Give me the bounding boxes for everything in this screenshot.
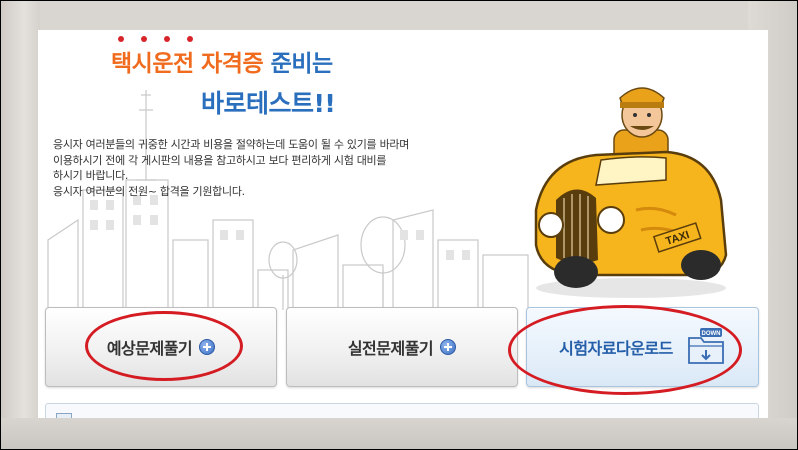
exam-materials-download-label: 시험자료다운로드 bbox=[559, 339, 673, 358]
background-left bbox=[0, 0, 40, 450]
download-icon-text: DOWN bbox=[701, 331, 720, 337]
headline-line2: 바로테스트!! bbox=[201, 89, 336, 118]
practice-questions-label: 실전문제풀기 bbox=[347, 339, 434, 358]
background-bottom bbox=[0, 418, 798, 450]
intro-line: 응시자 여러분의 전원~ 합격을 기원합니다. bbox=[53, 184, 245, 198]
expected-questions-button[interactable]: 예상문제풀기 bbox=[45, 307, 277, 387]
practice-questions-button[interactable]: 실전문제풀기 bbox=[286, 307, 518, 387]
folder-download-icon: DOWN bbox=[687, 328, 724, 364]
headline-line1: 택시운전 자격증 준비는 bbox=[111, 44, 333, 78]
intro-text: 응시자 여러분들의 귀중한 시간과 비용을 절약하는데 도움이 될 수 있기를 … bbox=[53, 137, 523, 199]
intro-line: 응시자 여러분들의 귀중한 시간과 비용을 절약하는데 도움이 될 수 있기를 … bbox=[53, 138, 410, 151]
intro-line: 하시기 바랍니다. bbox=[53, 169, 129, 182]
plus-circle-icon bbox=[199, 339, 216, 355]
headline-orange-text: 택시운전 자격증 bbox=[111, 51, 264, 77]
expected-questions-label: 예상문제풀기 bbox=[106, 339, 193, 358]
intro-line: 이용하시기 전에 각 게시판의 내용을 참고하시고 보다 편리하게 시험 대비를 bbox=[53, 153, 387, 167]
taxi-driver-illustration: TAXI bbox=[534, 87, 728, 298]
bottom-info-strip bbox=[45, 403, 759, 418]
plus-circle-icon bbox=[440, 339, 457, 355]
main-banner-panel: 택시운전 자격증 준비는 바로테스트!! 응시자 여러분들의 귀중한 시간과 비… bbox=[38, 30, 768, 418]
exam-materials-download-button[interactable]: 시험자료다운로드 DOWN bbox=[526, 307, 759, 387]
headline-blue-text: 준비는 bbox=[270, 51, 333, 77]
